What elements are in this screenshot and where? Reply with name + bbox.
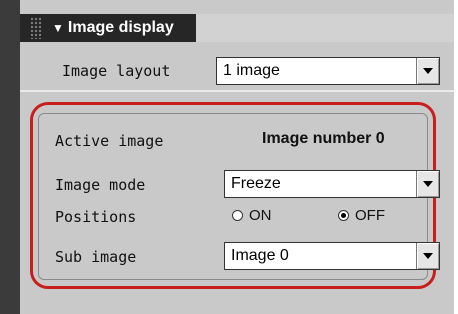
image-layout-select[interactable]: 1 image	[216, 57, 440, 85]
image-mode-dropdown-button[interactable]	[416, 171, 439, 197]
chevron-down-icon	[423, 68, 433, 74]
radio-selected-icon	[338, 210, 349, 221]
image-layout-dropdown-button[interactable]	[416, 58, 439, 84]
sub-image-value: Image 0	[231, 247, 289, 264]
drag-handle-icon[interactable]	[30, 17, 42, 39]
positions-off-radio[interactable]: OFF	[338, 207, 385, 224]
radio-icon	[232, 210, 243, 221]
active-image-label: Active image	[55, 132, 164, 150]
image-mode-label: Image mode	[55, 176, 146, 194]
active-image-value: Image number 0	[262, 130, 385, 147]
image-layout-value: 1 image	[223, 62, 280, 79]
positions-off-label: OFF	[355, 207, 385, 224]
section-title: Image display	[67, 19, 174, 36]
sub-image-select[interactable]: Image 0	[224, 242, 440, 270]
positions-on-label: ON	[249, 207, 272, 224]
positions-on-radio[interactable]: ON	[232, 207, 272, 224]
positions-label: Positions	[55, 208, 137, 226]
header-background	[196, 14, 454, 42]
sub-image-label: Sub image	[55, 248, 137, 266]
chevron-down-icon	[423, 253, 433, 259]
image-layout-label: Image layout	[62, 62, 171, 80]
divider	[20, 90, 454, 92]
sub-image-dropdown-button[interactable]	[416, 243, 439, 269]
image-mode-value: Freeze	[231, 175, 281, 192]
left-dark-bar	[0, 0, 20, 314]
section-header[interactable]: ▼ Image display	[20, 14, 196, 42]
chevron-down-icon	[423, 181, 433, 187]
image-mode-select[interactable]: Freeze	[224, 170, 440, 198]
collapse-triangle-icon[interactable]: ▼	[52, 21, 64, 35]
